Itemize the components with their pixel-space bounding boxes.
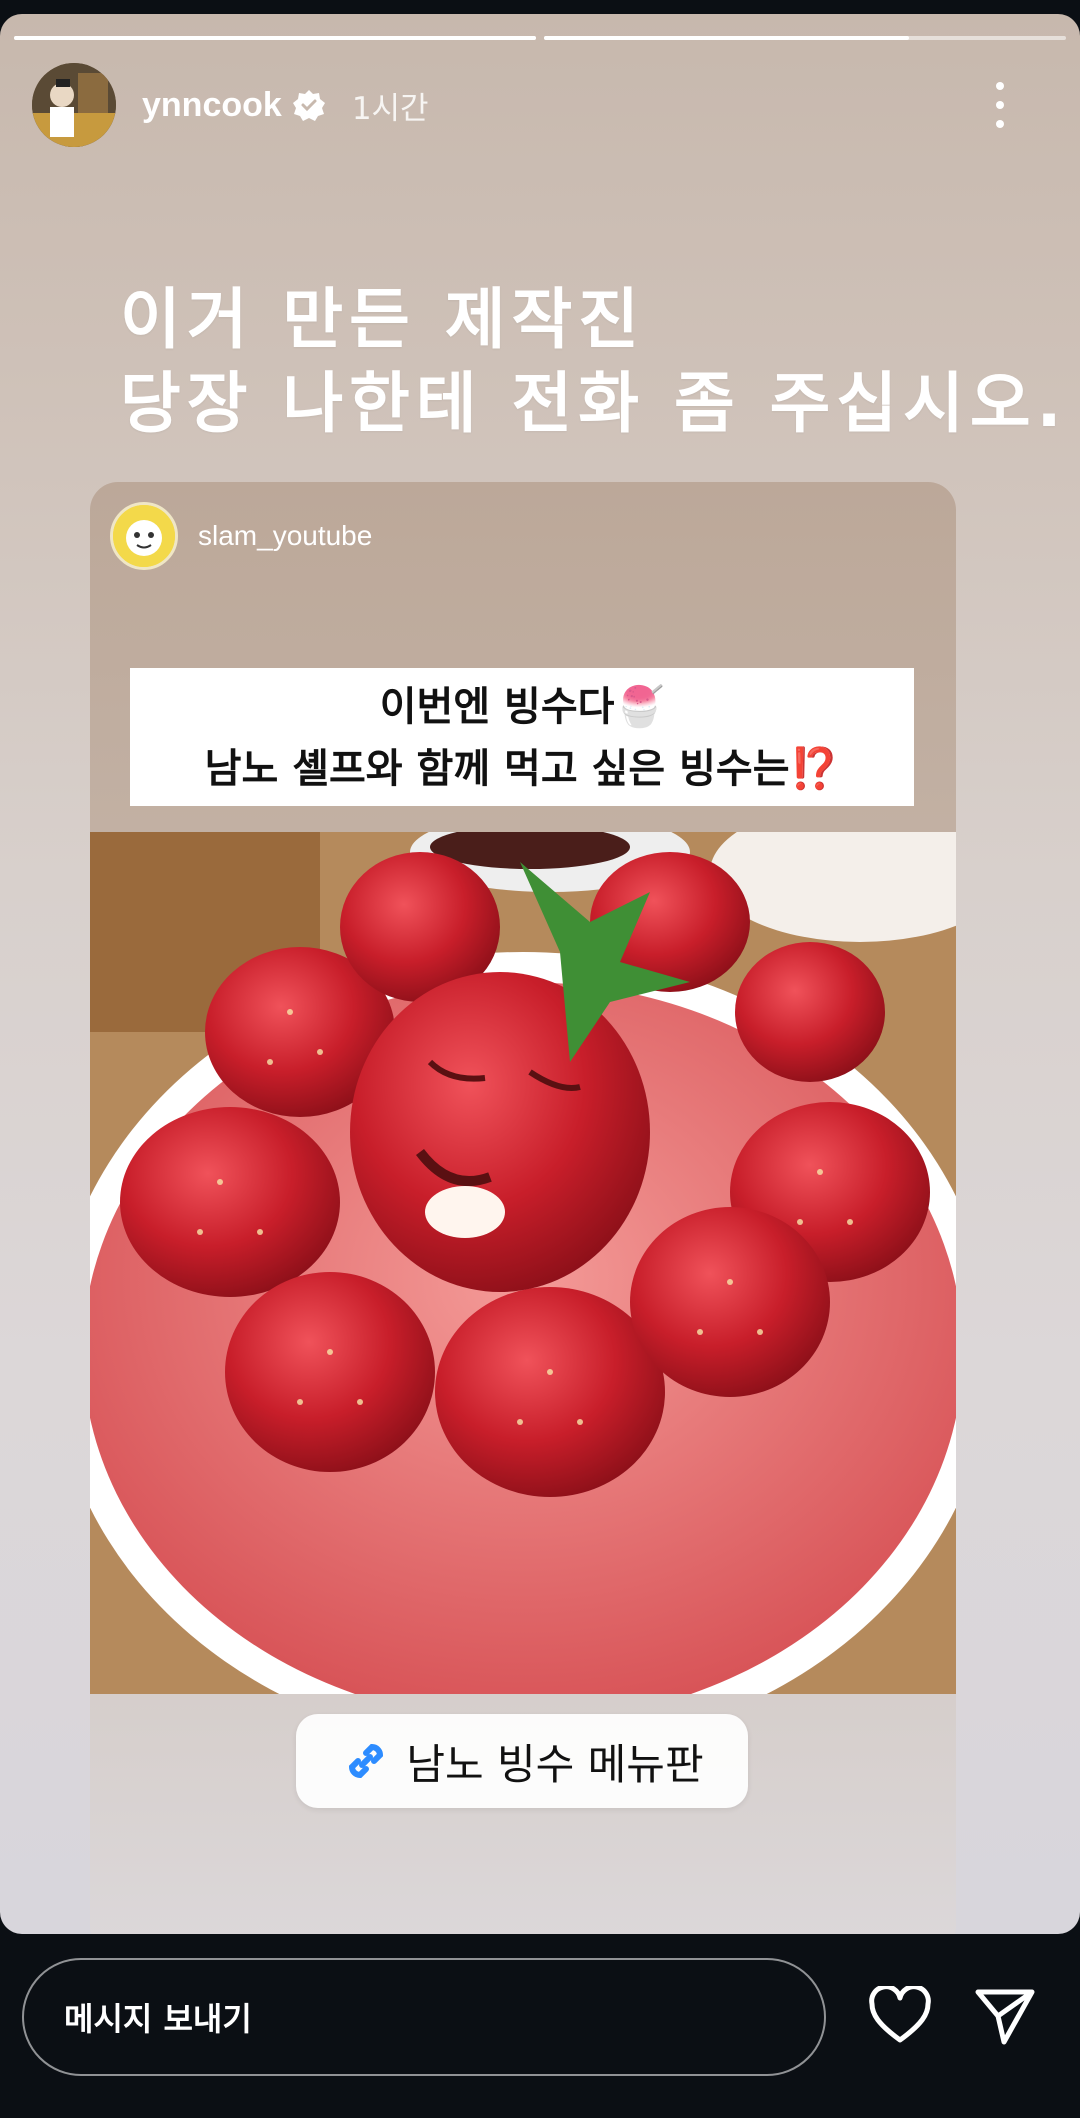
link-sticker-label: 남노 빙수 메뉴판 — [406, 1739, 704, 1789]
post-text-line: 이번엔 빙수다🍧 — [379, 684, 665, 730]
story-progress-1 — [14, 36, 536, 40]
story-progress-2 — [544, 36, 1066, 40]
reply-bar: 메시지 보내기 — [0, 1934, 1080, 2118]
story-viewer: ynncook 1시간 이거 만든 제작진 당장 나한테 전화 좀 주십시오. — [0, 0, 1080, 2118]
story-header: ynncook 1시간 — [32, 62, 1052, 148]
send-icon[interactable] — [974, 1986, 1036, 2046]
username[interactable]: ynncook — [142, 86, 282, 125]
message-input[interactable]: 메시지 보내기 — [22, 1958, 826, 2076]
story-caption: 이거 만든 제작진 당장 나한테 전화 좀 주십시오. — [120, 278, 1068, 446]
strawberry-bingsu-photo — [90, 832, 956, 1694]
link-sticker[interactable]: 남노 빙수 메뉴판 — [296, 1714, 748, 1808]
heart-icon[interactable] — [868, 1984, 932, 2046]
more-options-icon[interactable] — [980, 82, 1020, 128]
verified-badge-icon — [292, 88, 326, 122]
caption-line: 이거 만든 제작진 — [120, 281, 645, 358]
story-frame[interactable]: ynncook 1시간 이거 만든 제작진 당장 나한테 전화 좀 주십시오. — [0, 14, 1080, 1934]
shared-post-avatar[interactable] — [110, 502, 178, 570]
shared-post-header: slam_youtube — [110, 502, 372, 570]
shared-post-text: 이번엔 빙수다🍧 남노 셸프와 함께 먹고 싶은 빙수는⁉️ — [130, 668, 914, 806]
caption-line: 당장 나한테 전화 좀 주십시오. — [120, 365, 1068, 442]
post-time: 1시간 — [351, 90, 429, 127]
link-icon — [340, 1735, 392, 1787]
post-text-line: 남노 셸프와 함께 먹고 싶은 빙수는⁉️ — [204, 746, 840, 792]
shared-post-username[interactable]: slam_youtube — [198, 520, 372, 552]
avatar[interactable] — [32, 63, 116, 147]
